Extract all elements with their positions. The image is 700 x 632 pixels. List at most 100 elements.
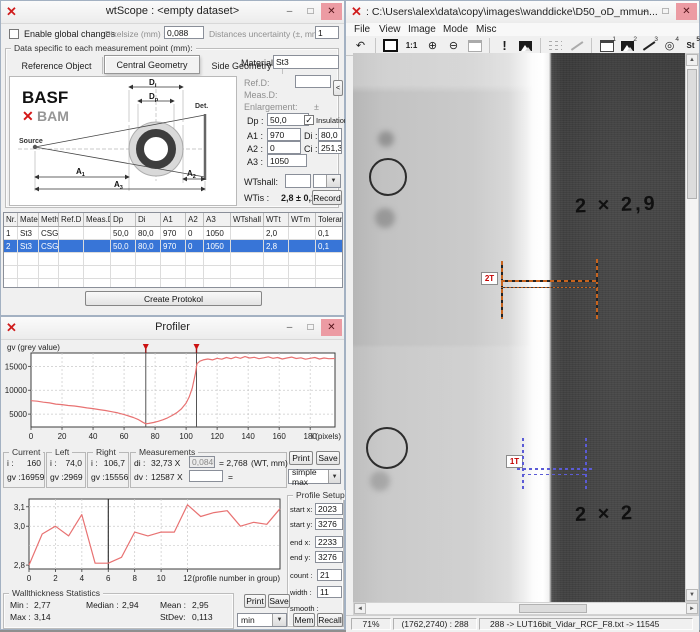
- recall-button[interactable]: Recall: [317, 613, 343, 627]
- current-i-value: 160: [27, 458, 41, 468]
- image-mode-icon: [621, 41, 634, 51]
- start-x-input[interactable]: 2023: [315, 503, 343, 515]
- min-select[interactable]: min ▼: [237, 613, 287, 627]
- print-button-2[interactable]: Print: [244, 594, 266, 608]
- vertical-scrollbar[interactable]: ▲ ▼: [685, 53, 699, 602]
- zoom-out-icon[interactable]: ⊖: [444, 37, 463, 54]
- stat-max: 3,14: [34, 612, 51, 622]
- circle-mode-icon[interactable]: ◎4: [660, 37, 679, 54]
- xray-image[interactable]: 2T 1T 2 × 2,9 2 × 2: [353, 53, 685, 602]
- dp-input[interactable]: 50,0: [267, 113, 309, 126]
- end-x-input[interactable]: 2233: [315, 536, 343, 548]
- menu-view[interactable]: View: [379, 24, 401, 35]
- wtshall-input[interactable]: [285, 174, 311, 188]
- pixelsize-factor-input[interactable]: 0,08457: [189, 456, 215, 468]
- menu-image[interactable]: Image: [408, 24, 436, 35]
- table-row[interactable]: 1St3CSG50,080,0970010502,00,1: [4, 227, 342, 240]
- back-button[interactable]: <: [333, 80, 343, 96]
- lut-info: 288 -> LUT16bit_Vidar_RCF_F8.txt -> 1154…: [479, 618, 693, 630]
- measure-2t-right-line[interactable]: [596, 259, 598, 319]
- distances-uncertainty-input[interactable]: 1: [315, 26, 339, 39]
- maximize-button[interactable]: □: [655, 3, 676, 20]
- tab-central-geometry[interactable]: Central Geometry: [104, 55, 200, 74]
- material-input[interactable]: St3: [273, 55, 339, 69]
- table-cell: [231, 227, 264, 239]
- save-button[interactable]: Save: [316, 451, 340, 465]
- scroll-down-icon[interactable]: ▼: [686, 589, 698, 601]
- mode-select[interactable]: simple max ▼: [288, 469, 341, 484]
- maximize-button[interactable]: □: [300, 319, 321, 336]
- left-gv-value: 2969: [64, 472, 83, 482]
- pointer-mode-icon[interactable]: 1: [597, 37, 616, 54]
- refd-input[interactable]: [295, 75, 331, 88]
- fit-image-icon[interactable]: [381, 37, 400, 54]
- minimize-button[interactable]: –: [279, 3, 300, 20]
- measure-1t-right-line[interactable]: [585, 438, 587, 492]
- minimize-button[interactable]: –: [634, 3, 655, 20]
- scroll-right-icon[interactable]: ►: [686, 603, 698, 614]
- histogram-icon[interactable]: [516, 37, 535, 54]
- stats-mode-icon[interactable]: St5: [681, 37, 700, 54]
- create-protokol-button[interactable]: Create Protokol: [85, 291, 262, 306]
- horizontal-scroll-thumb[interactable]: [519, 604, 587, 613]
- scroll-up-icon[interactable]: ▲: [686, 54, 698, 66]
- marker-label-1t[interactable]: 1T: [506, 455, 523, 468]
- zoom-in-icon[interactable]: ⊕: [423, 37, 442, 54]
- table-row[interactable]: 2St3CSG50,080,0970010502,80,1: [4, 240, 342, 253]
- bam-logo: BAM: [37, 108, 69, 124]
- undo-icon[interactable]: ↶: [351, 37, 370, 54]
- menu-misc[interactable]: Misc: [476, 24, 497, 35]
- menu-file[interactable]: File: [354, 24, 370, 35]
- mem-button[interactable]: Mem: [293, 613, 315, 627]
- measure-2t-span-line[interactable]: [501, 280, 598, 282]
- pixelsize-input[interactable]: 0,088: [164, 26, 204, 39]
- di-input[interactable]: 80,0: [318, 128, 342, 141]
- maximize-button[interactable]: □: [300, 3, 321, 20]
- empty-row[interactable]: [4, 266, 342, 279]
- end-y-input[interactable]: 3276: [315, 551, 343, 563]
- enable-global-checkbox[interactable]: [9, 29, 19, 39]
- ci-input[interactable]: 251,3: [318, 141, 342, 154]
- measurement-table[interactable]: Nr.MaterialMethodRef.DMeas.DDpDiA1A2A3WT…: [3, 212, 343, 288]
- wall-thickness-chart[interactable]: 0246810122,83,03,1(profile number in gro…: [3, 493, 287, 589]
- close-button[interactable]: ✕: [321, 3, 342, 20]
- detector-label: Det.: [195, 103, 208, 110]
- close-button[interactable]: ✕: [321, 319, 342, 336]
- alert-icon[interactable]: !: [495, 37, 514, 54]
- image-mode-icon[interactable]: 2: [618, 37, 637, 54]
- tab-reference-object[interactable]: Reference Object: [11, 57, 103, 74]
- insulation-checkbox[interactable]: ✓: [304, 115, 314, 125]
- table-cell: St3: [18, 227, 39, 239]
- vertical-scroll-thumb[interactable]: [687, 69, 697, 199]
- grey-value-chart[interactable]: 02040608010012014016018050001000015000i …: [5, 343, 342, 445]
- count-input[interactable]: 21: [317, 569, 342, 581]
- measure-2t-left-line[interactable]: [501, 261, 503, 319]
- record-button[interactable]: Record: [312, 190, 342, 205]
- wallthickness-stats-group: Wallthickness Statistics Min : 2,77 Medi…: [3, 593, 234, 629]
- menu-mode[interactable]: Mode: [443, 24, 468, 35]
- one-to-one-icon[interactable]: 1:1: [402, 37, 421, 54]
- empty-row[interactable]: [4, 279, 342, 288]
- a2-input[interactable]: 0: [267, 141, 301, 154]
- profile-mode-icon[interactable]: 3: [639, 37, 658, 54]
- start-y-input[interactable]: 3276: [315, 518, 343, 530]
- dv-factor-input[interactable]: [189, 470, 223, 482]
- measure-1t-left-line[interactable]: [522, 438, 524, 492]
- horizontal-scrollbar[interactable]: ◄ ►: [353, 602, 699, 615]
- column-header: Dp: [111, 213, 136, 226]
- width-input[interactable]: 11: [317, 586, 342, 598]
- a3-input[interactable]: 1050: [267, 154, 307, 167]
- marker-label-2t[interactable]: 2T: [481, 272, 498, 285]
- save-button-2[interactable]: Save: [268, 594, 290, 608]
- scroll-left-icon[interactable]: ◄: [354, 603, 366, 614]
- chevron-down-icon: ▼: [272, 614, 286, 626]
- svg-text:120: 120: [210, 432, 224, 441]
- dv-factor: 12587 X: [151, 472, 183, 482]
- a1-input[interactable]: 970: [267, 128, 301, 141]
- minimize-button[interactable]: –: [279, 319, 300, 336]
- close-button[interactable]: ✕: [676, 3, 697, 20]
- measure-1t-span-line[interactable]: [517, 468, 592, 470]
- empty-row[interactable]: [4, 253, 342, 266]
- wtshall-dropdown[interactable]: ▼: [313, 174, 341, 188]
- print-button[interactable]: Print: [289, 451, 313, 465]
